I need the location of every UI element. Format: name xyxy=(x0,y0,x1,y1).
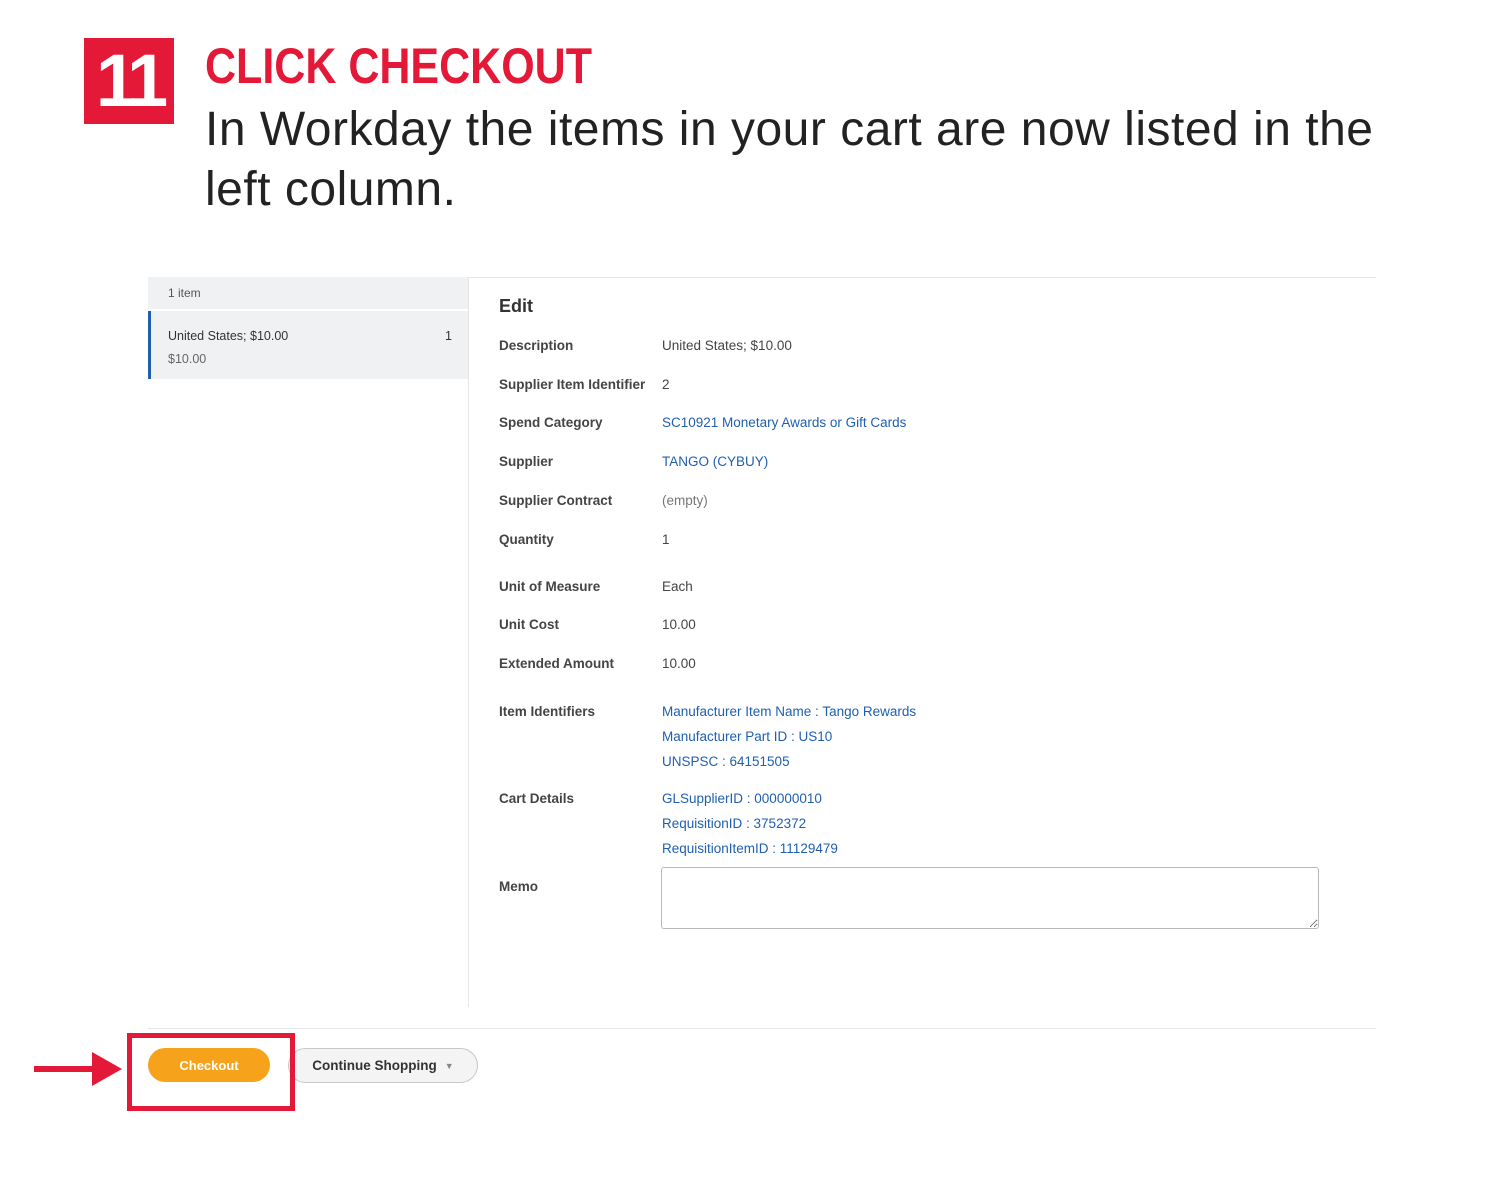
cart-detail-link[interactable]: RequisitionID : 3752372 xyxy=(662,816,806,831)
edit-panel-title: Edit xyxy=(499,296,533,316)
extended-amount-label: Extended Amount xyxy=(499,656,615,671)
supplier-link[interactable]: TANGO (CYBUY) xyxy=(662,454,768,469)
memo-label: Memo xyxy=(499,879,539,894)
checkout-highlight-box xyxy=(127,1033,295,1111)
supplier-contract-label: Supplier Contract xyxy=(499,493,613,508)
supplier-contract-value: (empty) xyxy=(662,493,708,508)
continue-shopping-label: Continue Shopping xyxy=(312,1058,437,1073)
memo-textarea[interactable] xyxy=(661,867,1319,929)
extended-amount-value: 10.00 xyxy=(662,656,696,671)
supplier-label: Supplier xyxy=(499,454,554,469)
cart-details-label: Cart Details xyxy=(499,791,575,806)
spend-category-label: Spend Category xyxy=(499,415,603,430)
unit-cost-value: 10.00 xyxy=(662,617,696,632)
description-label: Description xyxy=(499,338,574,353)
cart-detail-link[interactable]: RequisitionItemID : 11129479 xyxy=(662,841,838,856)
supplier-item-identifier-label: Supplier Item Identifier xyxy=(499,377,646,392)
cart-item-price: $10.00 xyxy=(168,352,207,366)
supplier-item-identifier-value: 2 xyxy=(662,377,670,392)
cart-item-count: 1 item xyxy=(148,277,468,309)
quantity-value: 1 xyxy=(662,532,670,547)
step-number-badge: 11 xyxy=(84,38,174,124)
cart-item-quantity: 1 xyxy=(445,329,452,343)
spend-category-link[interactable]: SC10921 Monetary Awards or Gift Cards xyxy=(662,415,906,430)
footer-divider xyxy=(148,1028,1376,1029)
item-identifier-link[interactable]: Manufacturer Item Name : Tango Rewards xyxy=(662,704,916,719)
column-divider xyxy=(468,277,469,1007)
cart-detail-link[interactable]: GLSupplierID : 000000010 xyxy=(662,791,822,806)
continue-shopping-button[interactable]: Continue Shopping ▼ xyxy=(288,1048,478,1083)
unit-of-measure-label: Unit of Measure xyxy=(499,579,601,594)
quantity-label: Quantity xyxy=(499,532,554,547)
arrow-right-icon xyxy=(34,1052,122,1086)
item-identifier-link[interactable]: UNSPSC : 64151505 xyxy=(662,754,790,769)
cart-item-name: United States; $10.00 xyxy=(168,329,289,343)
step-title: CLICK CHECKOUT xyxy=(205,38,592,94)
item-identifier-link[interactable]: Manufacturer Part ID : US10 xyxy=(662,729,832,744)
cart-items-column: 1 item United States; $10.00 $10.00 1 xyxy=(148,277,468,1007)
unit-of-measure-value: Each xyxy=(662,579,693,594)
item-identifiers-label: Item Identifiers xyxy=(499,704,596,719)
caret-down-icon: ▼ xyxy=(444,1060,454,1071)
unit-cost-label: Unit Cost xyxy=(499,617,559,632)
step-description: In Workday the items in your cart are no… xyxy=(205,103,1374,216)
cart-list-item[interactable]: United States; $10.00 $10.00 1 xyxy=(148,311,468,379)
description-value: United States; $10.00 xyxy=(662,338,792,353)
